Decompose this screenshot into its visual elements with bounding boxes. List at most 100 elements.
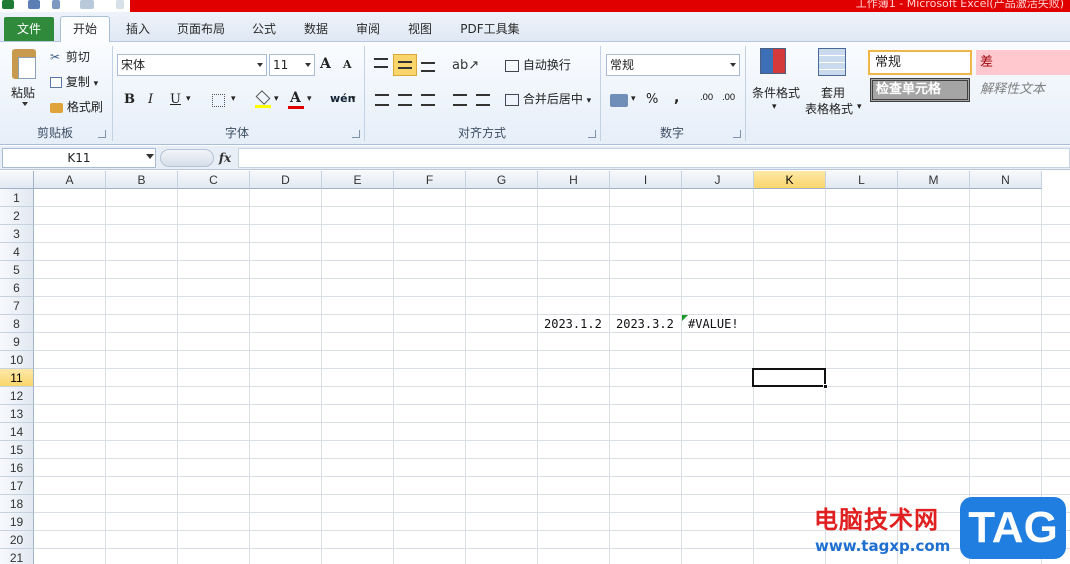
column-header[interactable]: I xyxy=(610,171,682,189)
row-header[interactable]: 3 xyxy=(0,225,34,243)
row-header[interactable]: 1 xyxy=(0,189,34,207)
row-header[interactable]: 9 xyxy=(0,333,34,351)
number-launcher-icon[interactable] xyxy=(733,130,741,138)
border-dropdown-icon[interactable]: ▾ xyxy=(231,94,236,104)
conditional-formatting-button[interactable] xyxy=(760,48,790,78)
cell-j8[interactable]: #VALUE! xyxy=(688,315,739,333)
tab-data[interactable]: 数据 xyxy=(294,17,338,42)
currency-icon[interactable] xyxy=(610,94,628,107)
paste-label[interactable]: 粘贴 xyxy=(11,84,35,101)
paste-dropdown-icon[interactable] xyxy=(22,102,28,106)
align-right-icon[interactable] xyxy=(421,94,435,106)
row-header[interactable]: 18 xyxy=(0,495,34,513)
active-cell-border[interactable] xyxy=(752,368,828,389)
format-as-table-label-line2[interactable]: 表格格式 xyxy=(805,100,853,117)
format-painter-button[interactable]: 格式刷 xyxy=(50,97,103,117)
tab-home[interactable]: 开始 xyxy=(60,16,110,43)
error-indicator-icon[interactable] xyxy=(682,315,688,321)
font-launcher-icon[interactable] xyxy=(352,130,360,138)
style-check-cell[interactable]: 检查单元格 xyxy=(870,78,970,102)
column-header[interactable]: H xyxy=(538,171,610,189)
cut-button[interactable]: ✂ 剪切 xyxy=(50,47,90,67)
format-as-table-label-line1[interactable]: 套用 xyxy=(821,84,845,101)
column-header[interactable]: L xyxy=(826,171,898,189)
italic-button[interactable]: I xyxy=(148,92,153,107)
decrease-decimal-button[interactable]: .00 xyxy=(722,93,735,103)
align-top-icon[interactable] xyxy=(374,58,388,68)
fill-dropdown-icon[interactable]: ▾ xyxy=(274,94,279,104)
row-header[interactable]: 14 xyxy=(0,423,34,441)
row-header[interactable]: 15 xyxy=(0,441,34,459)
tab-page-layout[interactable]: 页面布局 xyxy=(168,17,234,42)
comma-button[interactable]: , xyxy=(674,90,679,106)
column-header[interactable]: G xyxy=(466,171,538,189)
row-header[interactable]: 11 xyxy=(0,369,34,387)
row-header[interactable]: 6 xyxy=(0,279,34,297)
row-header[interactable]: 17 xyxy=(0,477,34,495)
select-all-corner[interactable] xyxy=(0,171,34,189)
tab-insert[interactable]: 插入 xyxy=(116,17,160,42)
align-bottom-icon[interactable] xyxy=(421,62,435,72)
wrap-text-button[interactable]: 自动换行 xyxy=(505,55,571,75)
row-header[interactable]: 21 xyxy=(0,549,34,564)
clipboard-launcher-icon[interactable] xyxy=(98,130,106,138)
name-box[interactable]: K11 xyxy=(2,148,156,168)
cell-h8[interactable]: 2023.1.2 xyxy=(544,315,602,333)
column-header[interactable]: D xyxy=(250,171,322,189)
align-middle-button[interactable] xyxy=(393,54,417,76)
grow-font-button[interactable]: A xyxy=(320,56,331,72)
row-header[interactable]: 20 xyxy=(0,531,34,549)
align-center-icon[interactable] xyxy=(398,94,412,106)
cell-i8[interactable]: 2023.3.2 xyxy=(616,315,674,333)
save-icon[interactable] xyxy=(28,0,40,9)
conditional-dropdown-icon[interactable]: ▾ xyxy=(772,102,777,112)
row-header[interactable]: 16 xyxy=(0,459,34,477)
row-header[interactable]: 8 xyxy=(0,315,34,333)
shrink-font-button[interactable]: A xyxy=(343,58,352,71)
column-header[interactable]: K xyxy=(754,171,826,189)
tab-formulas[interactable]: 公式 xyxy=(242,17,286,42)
border-icon[interactable] xyxy=(212,94,225,107)
tab-review[interactable]: 审阅 xyxy=(346,17,390,42)
merge-dropdown-icon[interactable]: ▾ xyxy=(587,96,592,106)
alignment-launcher-icon[interactable] xyxy=(588,130,596,138)
row-header[interactable]: 2 xyxy=(0,207,34,225)
column-header[interactable]: N xyxy=(970,171,1042,189)
bold-button[interactable]: B xyxy=(124,92,135,107)
row-header[interactable]: 12 xyxy=(0,387,34,405)
row-header[interactable]: 10 xyxy=(0,351,34,369)
font-color-button[interactable]: A xyxy=(288,90,304,110)
format-as-table-dropdown-icon[interactable]: ▾ xyxy=(857,102,862,112)
name-box-dropdown-icon[interactable] xyxy=(146,154,154,159)
increase-indent-icon[interactable] xyxy=(476,94,490,106)
font-name-combo[interactable]: 宋体 xyxy=(117,54,267,76)
redo-icon[interactable] xyxy=(80,0,94,9)
underline-button[interactable]: U xyxy=(170,92,181,107)
merge-center-button[interactable]: 合并后居中 ▾ xyxy=(505,89,591,109)
row-header[interactable]: 19 xyxy=(0,513,34,531)
align-left-icon[interactable] xyxy=(375,94,389,106)
paste-button[interactable] xyxy=(10,47,40,81)
formula-input[interactable] xyxy=(238,148,1070,168)
currency-dropdown-icon[interactable]: ▾ xyxy=(631,94,636,104)
underline-dropdown-icon[interactable]: ▾ xyxy=(186,94,191,104)
copy-dropdown-icon[interactable]: ▾ xyxy=(94,79,99,89)
font-size-combo[interactable]: 11 xyxy=(269,54,315,76)
column-header[interactable]: E xyxy=(322,171,394,189)
insert-function-button[interactable]: fx xyxy=(214,148,236,168)
fill-handle[interactable] xyxy=(823,384,828,389)
row-header[interactable]: 4 xyxy=(0,243,34,261)
orientation-icon[interactable]: ab↗ xyxy=(452,58,479,73)
row-header[interactable]: 13 xyxy=(0,405,34,423)
undo-icon[interactable] xyxy=(52,0,60,9)
customize-qat-icon[interactable] xyxy=(116,0,124,9)
row-header[interactable]: 5 xyxy=(0,261,34,279)
tab-pdf-tools[interactable]: PDF工具集 xyxy=(452,17,528,42)
column-header[interactable]: C xyxy=(178,171,250,189)
decrease-indent-icon[interactable] xyxy=(453,94,467,106)
style-normal[interactable]: 常规 xyxy=(868,50,972,75)
style-bad[interactable]: 差 xyxy=(976,50,1070,75)
format-as-table-icon[interactable] xyxy=(818,48,846,76)
row-header[interactable]: 7 xyxy=(0,297,34,315)
column-header[interactable]: J xyxy=(682,171,754,189)
